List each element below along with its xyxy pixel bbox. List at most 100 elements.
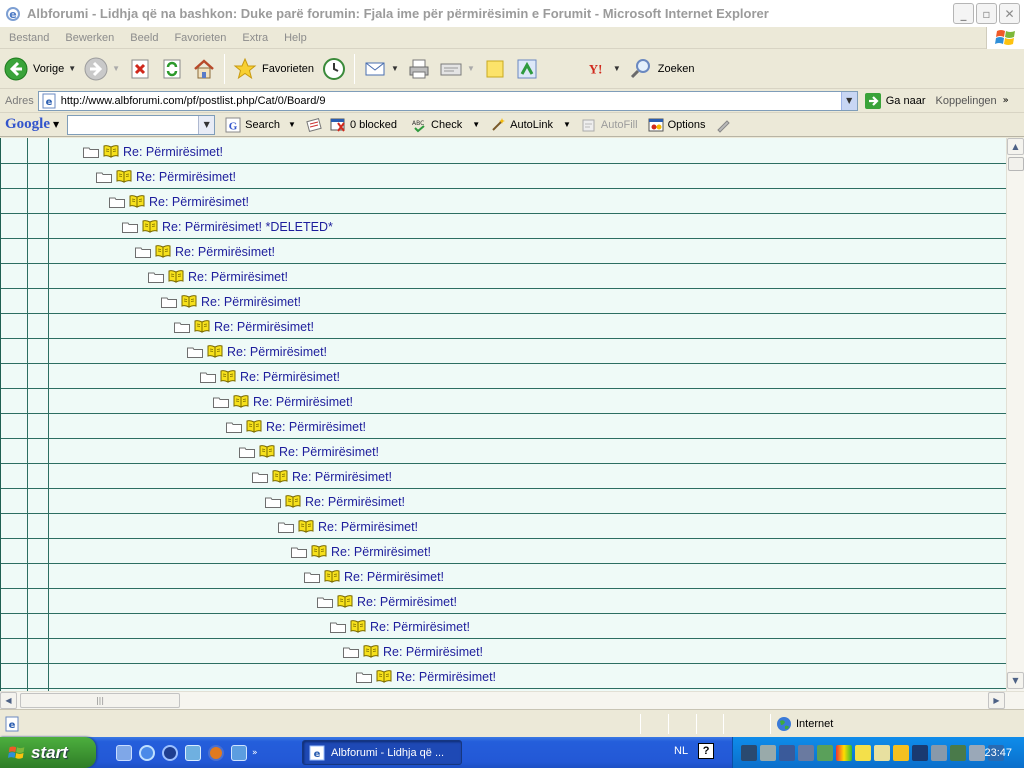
post-title-link[interactable]: Re: Përmirësimet! — [396, 670, 496, 684]
address-dropdown-button[interactable]: ▼ — [840, 91, 857, 110]
options-button[interactable]: Options — [648, 117, 705, 133]
chevron-right-icon[interactable]: » — [1003, 95, 1009, 106]
chevron-down-icon[interactable]: ▼ — [391, 64, 399, 73]
chevron-down-icon[interactable]: ▼ — [112, 64, 120, 73]
post-title-link[interactable]: Re: Përmirësimet! — [292, 470, 392, 484]
chevron-down-icon[interactable]: ▼ — [613, 64, 621, 73]
back-button[interactable]: Vorige ▼ — [0, 52, 80, 86]
internet-explorer-icon[interactable] — [139, 744, 155, 761]
mail-button[interactable]: ▼ — [359, 52, 403, 86]
yahoo-button[interactable]: Y! ▼ — [583, 52, 625, 86]
highlight-button[interactable] — [715, 117, 735, 133]
post-title-link[interactable]: Re: Përmirësimet! — [149, 195, 249, 209]
stop-button[interactable] — [124, 52, 156, 86]
post-title-link[interactable]: Re: Përmirësimet! — [357, 595, 457, 609]
tray-color-icon[interactable] — [836, 744, 852, 761]
tray-check-icon[interactable] — [760, 744, 776, 761]
post-title-link[interactable]: Re: Përmirësimet! — [305, 495, 405, 509]
clock[interactable]: 23:47 — [984, 747, 1012, 759]
scroll-up-button[interactable]: ▲ — [1007, 138, 1024, 155]
media-player-icon[interactable] — [162, 744, 178, 761]
chevron-down-icon[interactable]: ▼ — [563, 120, 571, 129]
google-search-input[interactable]: ▼ — [67, 114, 216, 135]
tray-speaker-icon[interactable] — [969, 744, 985, 761]
messenger-icon[interactable] — [185, 744, 201, 761]
scroll-left-button[interactable]: ◀ — [0, 692, 17, 709]
search-button[interactable]: Zoeken — [625, 52, 699, 86]
post-title-link[interactable]: Re: Përmirësimet! — [201, 295, 301, 309]
discuss-button[interactable] — [479, 52, 511, 86]
post-title-link[interactable]: Re: Përmirësimet! — [123, 145, 223, 159]
post-title-link[interactable]: Re: Përmirësimet! — [318, 520, 418, 534]
horizontal-scroll-thumb[interactable]: ||| — [20, 693, 180, 708]
menu-favorieten[interactable]: Favorieten — [165, 32, 233, 44]
post-title-link[interactable]: Re: Përmirësimet! — [136, 170, 236, 184]
post-title-link[interactable]: Re: Përmirësimet! — [253, 395, 353, 409]
edit-button[interactable]: ▼ — [435, 52, 479, 86]
vertical-scroll-thumb[interactable] — [1008, 157, 1024, 171]
links-label[interactable]: Koppelingen — [936, 95, 997, 107]
post-title-link[interactable]: Re: Përmirësimet! — [344, 570, 444, 584]
outlook-express-icon[interactable] — [116, 744, 132, 761]
post-title-link[interactable]: Re: Përmirësimet! *DELETED* — [162, 220, 333, 234]
chevron-down-icon[interactable]: ▼ — [68, 64, 76, 73]
minimize-button[interactable]: _ — [953, 3, 974, 24]
tray-antivirus-icon[interactable] — [817, 744, 833, 761]
post-title-link[interactable]: Re: Përmirësimet! — [383, 645, 483, 659]
vertical-scrollbar[interactable]: ▲ ▼ — [1006, 138, 1024, 691]
tray-volume-icon[interactable] — [931, 744, 947, 761]
tray-network-disconnected-icon[interactable] — [798, 744, 814, 761]
messenger-button[interactable] — [511, 52, 543, 86]
post-title-link[interactable]: Re: Përmirësimet! — [266, 420, 366, 434]
autolink-button[interactable]: AutoLink ▼ — [490, 117, 571, 133]
chevron-right-icon[interactable]: » — [252, 748, 258, 758]
tray-update-icon[interactable] — [893, 744, 909, 761]
post-title-link[interactable]: Re: Përmirësimet! — [370, 620, 470, 634]
tray-shield-icon[interactable] — [912, 744, 928, 761]
tray-app-icon[interactable] — [741, 744, 757, 761]
popup-blocker-button[interactable]: 0 blocked — [330, 117, 397, 133]
refresh-button[interactable] — [156, 52, 188, 86]
post-title-link[interactable]: Re: Përmirësimet! — [214, 320, 314, 334]
favorites-button[interactable]: Favorieten — [229, 52, 318, 86]
tray-monitor-icon[interactable] — [950, 744, 966, 761]
spellcheck-button[interactable]: ABC Check ▼ — [411, 117, 480, 133]
post-title-link[interactable]: Re: Përmirësimet! — [240, 370, 340, 384]
desktop-icon[interactable] — [231, 744, 247, 761]
google-search-button[interactable]: G Search ▼ — [225, 117, 296, 133]
post-title-link[interactable]: Re: Përmirësimet! — [331, 545, 431, 559]
horizontal-scrollbar[interactable]: ◀ ||| ▶ — [0, 691, 1024, 709]
history-button[interactable] — [318, 52, 350, 86]
menu-extra[interactable]: Extra — [233, 32, 275, 44]
google-news-button[interactable] — [306, 117, 326, 133]
post-title-link[interactable]: Re: Përmirësimet! — [227, 345, 327, 359]
menu-bewerken[interactable]: Bewerken — [56, 32, 121, 44]
autofill-button[interactable]: AutoFill — [581, 117, 638, 133]
menu-beeld[interactable]: Beeld — [121, 32, 165, 44]
maximize-button[interactable]: ▫ — [976, 3, 997, 24]
chevron-down-icon[interactable]: ▼ — [472, 120, 480, 129]
home-button[interactable] — [188, 52, 220, 86]
google-logo[interactable]: Google ▼ — [5, 116, 59, 133]
go-button[interactable]: Ga naar — [864, 92, 926, 110]
menu-bestand[interactable]: Bestand — [0, 32, 56, 44]
tray-display-icon[interactable] — [855, 744, 871, 761]
google-search-dropdown-button[interactable]: ▼ — [198, 115, 215, 134]
firefox-icon[interactable] — [208, 744, 224, 761]
language-bar[interactable]: NL ? — [674, 743, 715, 759]
print-button[interactable] — [403, 52, 435, 86]
post-title-link[interactable]: Re: Përmirësimet! — [188, 270, 288, 284]
close-button[interactable]: ✕ — [999, 3, 1020, 24]
tray-card-icon[interactable] — [874, 744, 890, 761]
menu-help[interactable]: Help — [275, 32, 314, 44]
scroll-right-button[interactable]: ▶ — [988, 692, 1005, 709]
taskbar-window-button[interactable]: e Albforumi - Lidhja që ... — [302, 740, 462, 765]
post-title-link[interactable]: Re: Përmirësimet! — [175, 245, 275, 259]
address-url[interactable]: http://www.albforumi.com/pf/postlist.php… — [61, 95, 841, 107]
scroll-down-button[interactable]: ▼ — [1007, 672, 1024, 689]
chevron-down-icon[interactable]: ▼ — [467, 64, 475, 73]
help-icon[interactable]: ? — [698, 743, 715, 759]
post-title-link[interactable]: Re: Përmirësimet! — [279, 445, 379, 459]
address-input[interactable]: e http://www.albforumi.com/pf/postlist.p… — [37, 90, 858, 111]
forward-button[interactable]: ▼ — [80, 52, 124, 86]
